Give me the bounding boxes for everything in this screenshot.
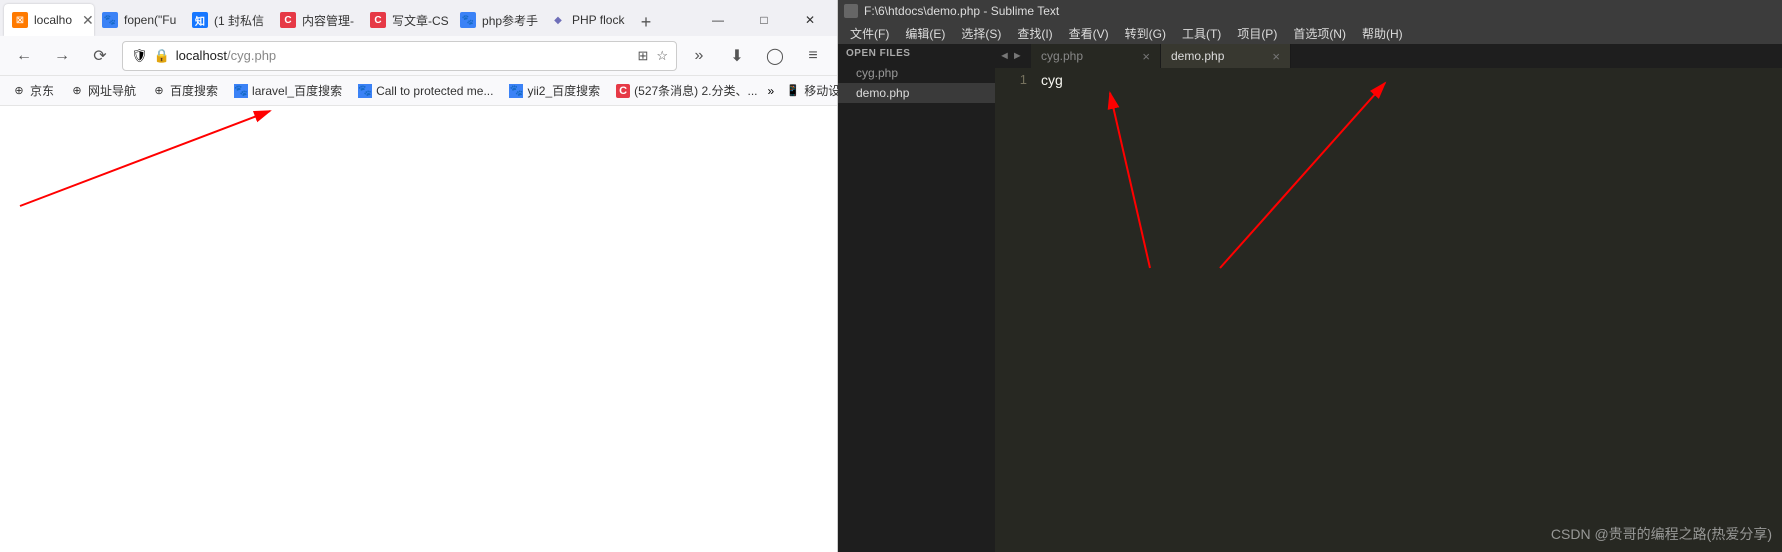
- sidebar-heading: OPEN FILES: [838, 44, 995, 63]
- red-arrow-annotation: [10, 106, 300, 216]
- menu-view[interactable]: 查看(V): [1061, 23, 1117, 44]
- menu-bar: 文件(F) 编辑(E) 选择(S) 查找(I) 查看(V) 转到(G) 工具(T…: [838, 22, 1782, 44]
- code-content[interactable]: cyg: [1035, 68, 1782, 552]
- tab-label: 内容管理-: [302, 12, 354, 29]
- editor-main: ◄ ► cyg.php × demo.php × 1 cyg: [995, 44, 1782, 552]
- menu-button[interactable]: ≡: [797, 40, 829, 72]
- menu-project[interactable]: 项目(P): [1229, 23, 1285, 44]
- globe-icon: ⊕: [152, 84, 166, 98]
- tab-label: PHP flock: [572, 13, 624, 27]
- tab-php-ref[interactable]: 🐾 php参考手: [452, 4, 542, 36]
- sidebar-file-cyg[interactable]: cyg.php: [838, 63, 995, 83]
- page-content: [0, 106, 837, 552]
- sidebar-file-demo[interactable]: demo.php: [838, 83, 995, 103]
- paw-icon: 🐾: [460, 12, 476, 28]
- globe-icon: ⊕: [12, 84, 26, 98]
- bookmark-jd[interactable]: ⊕京东: [6, 79, 60, 102]
- xampp-icon: ⊠: [12, 12, 28, 28]
- paw-icon: 🐾: [102, 12, 118, 28]
- tab-localhost[interactable]: ⊠ localho ✕: [4, 4, 94, 36]
- editor-tab-cyg[interactable]: cyg.php ×: [1031, 44, 1161, 68]
- tab-strip: ⊠ localho ✕ 🐾 fopen("Fu 知 (1 封私信 C 内容管理-…: [0, 0, 837, 36]
- editor-body: OPEN FILES cyg.php demo.php ◄ ► cyg.php …: [838, 44, 1782, 552]
- tab-label: (1 封私信: [214, 12, 264, 29]
- tab-content-manage[interactable]: C 内容管理-: [272, 4, 362, 36]
- line-gutter: 1: [995, 68, 1035, 552]
- menu-preferences[interactable]: 首选项(N): [1285, 23, 1354, 44]
- menu-select[interactable]: 选择(S): [953, 23, 1009, 44]
- url-text: localhost/cyg.php: [176, 48, 632, 63]
- tab-label: localho: [34, 13, 72, 27]
- overflow-button[interactable]: »: [683, 40, 715, 72]
- chevron-left-icon[interactable]: ◄: [999, 50, 1010, 62]
- bookmark-call-protected[interactable]: 🐾Call to protected me...: [352, 81, 499, 101]
- new-tab-button[interactable]: +: [632, 8, 660, 36]
- code-editor[interactable]: 1 cyg: [995, 68, 1782, 552]
- sidebar: OPEN FILES cyg.php demo.php: [838, 44, 995, 552]
- lock-icon[interactable]: 🔒: [154, 48, 170, 64]
- tab-label: 写文章-CS: [392, 12, 449, 29]
- download-icon[interactable]: ⬇: [721, 40, 753, 72]
- bookmark-bar: ⊕京东 ⊕网址导航 ⊕百度搜索 🐾laravel_百度搜索 🐾Call to p…: [0, 76, 837, 106]
- menu-tools[interactable]: 工具(T): [1174, 23, 1229, 44]
- globe-icon: ⊕: [70, 84, 84, 98]
- editor-tabs: ◄ ► cyg.php × demo.php ×: [995, 44, 1782, 68]
- tab-label: php参考手: [482, 12, 538, 29]
- menu-find[interactable]: 查找(I): [1009, 23, 1060, 44]
- tab-fopen[interactable]: 🐾 fopen("Fu: [94, 4, 184, 36]
- maximize-button[interactable]: □: [741, 4, 787, 36]
- chevron-right-icon[interactable]: ►: [1012, 50, 1023, 62]
- reload-button[interactable]: ⟳: [84, 40, 116, 72]
- menu-goto[interactable]: 转到(G): [1117, 23, 1174, 44]
- address-bar: ← → ⟳ 🛡 🔒 localhost/cyg.php ⊞ ☆ » ⬇ ◯ ≡: [0, 36, 837, 76]
- editor-tab-demo[interactable]: demo.php ×: [1161, 44, 1291, 68]
- bookmark-star-icon[interactable]: ☆: [656, 48, 668, 64]
- code-line: cyg: [1041, 72, 1782, 88]
- forward-button[interactable]: →: [46, 40, 78, 72]
- firefox-browser: ⊠ localho ✕ 🐾 fopen("Fu 知 (1 封私信 C 内容管理-…: [0, 0, 838, 552]
- watermark: CSDN @贵哥的编程之路(热爱分享): [1551, 524, 1772, 544]
- minimize-button[interactable]: —: [695, 4, 741, 36]
- close-icon[interactable]: ✕: [82, 12, 94, 29]
- mobile-icon: 📱: [786, 84, 800, 98]
- menu-file[interactable]: 文件(F): [842, 23, 897, 44]
- paw-icon: 🐾: [234, 84, 248, 98]
- url-input[interactable]: 🛡 🔒 localhost/cyg.php ⊞ ☆: [122, 41, 677, 71]
- csdn-icon: C: [616, 84, 630, 98]
- paw-icon: 🐾: [509, 84, 523, 98]
- tab-label: fopen("Fu: [124, 13, 176, 27]
- php-icon: ◆: [550, 12, 566, 28]
- zhihu-icon: 知: [192, 12, 208, 28]
- csdn-icon: C: [370, 12, 386, 28]
- menu-edit[interactable]: 编辑(E): [897, 23, 953, 44]
- qr-icon[interactable]: ⊞: [637, 48, 648, 64]
- tab-nav[interactable]: ◄ ►: [995, 50, 1031, 62]
- tab-write-article[interactable]: C 写文章-CS: [362, 4, 452, 36]
- bookmark-nav[interactable]: ⊕网址导航: [64, 79, 142, 102]
- app-icon: [844, 4, 858, 18]
- close-icon[interactable]: ×: [1272, 49, 1280, 64]
- account-icon[interactable]: ◯: [759, 40, 791, 72]
- bookmark-overflow[interactable]: »: [768, 84, 775, 98]
- bookmark-laravel[interactable]: 🐾laravel_百度搜索: [228, 79, 348, 102]
- window-controls: — □ ✕: [695, 4, 833, 36]
- back-button[interactable]: ←: [8, 40, 40, 72]
- close-button[interactable]: ✕: [787, 4, 833, 36]
- window-title: F:\6\htdocs\demo.php - Sublime Text: [864, 4, 1059, 18]
- bookmark-yii2[interactable]: 🐾yii2_百度搜索: [503, 79, 606, 102]
- bookmark-baidu[interactable]: ⊕百度搜索: [146, 79, 224, 102]
- paw-icon: 🐾: [358, 84, 372, 98]
- csdn-icon: C: [280, 12, 296, 28]
- sublime-text-editor: F:\6\htdocs\demo.php - Sublime Text 文件(F…: [838, 0, 1782, 552]
- shield-icon[interactable]: 🛡: [131, 48, 148, 64]
- tab-php-flock[interactable]: ◆ PHP flock: [542, 4, 632, 36]
- line-number: 1: [995, 72, 1027, 87]
- title-bar[interactable]: F:\6\htdocs\demo.php - Sublime Text: [838, 0, 1782, 22]
- menu-help[interactable]: 帮助(H): [1354, 23, 1411, 44]
- close-icon[interactable]: ×: [1142, 49, 1150, 64]
- tab-zhihu[interactable]: 知 (1 封私信: [184, 4, 272, 36]
- bookmark-527msg[interactable]: C(527条消息) 2.分类、...: [610, 79, 763, 102]
